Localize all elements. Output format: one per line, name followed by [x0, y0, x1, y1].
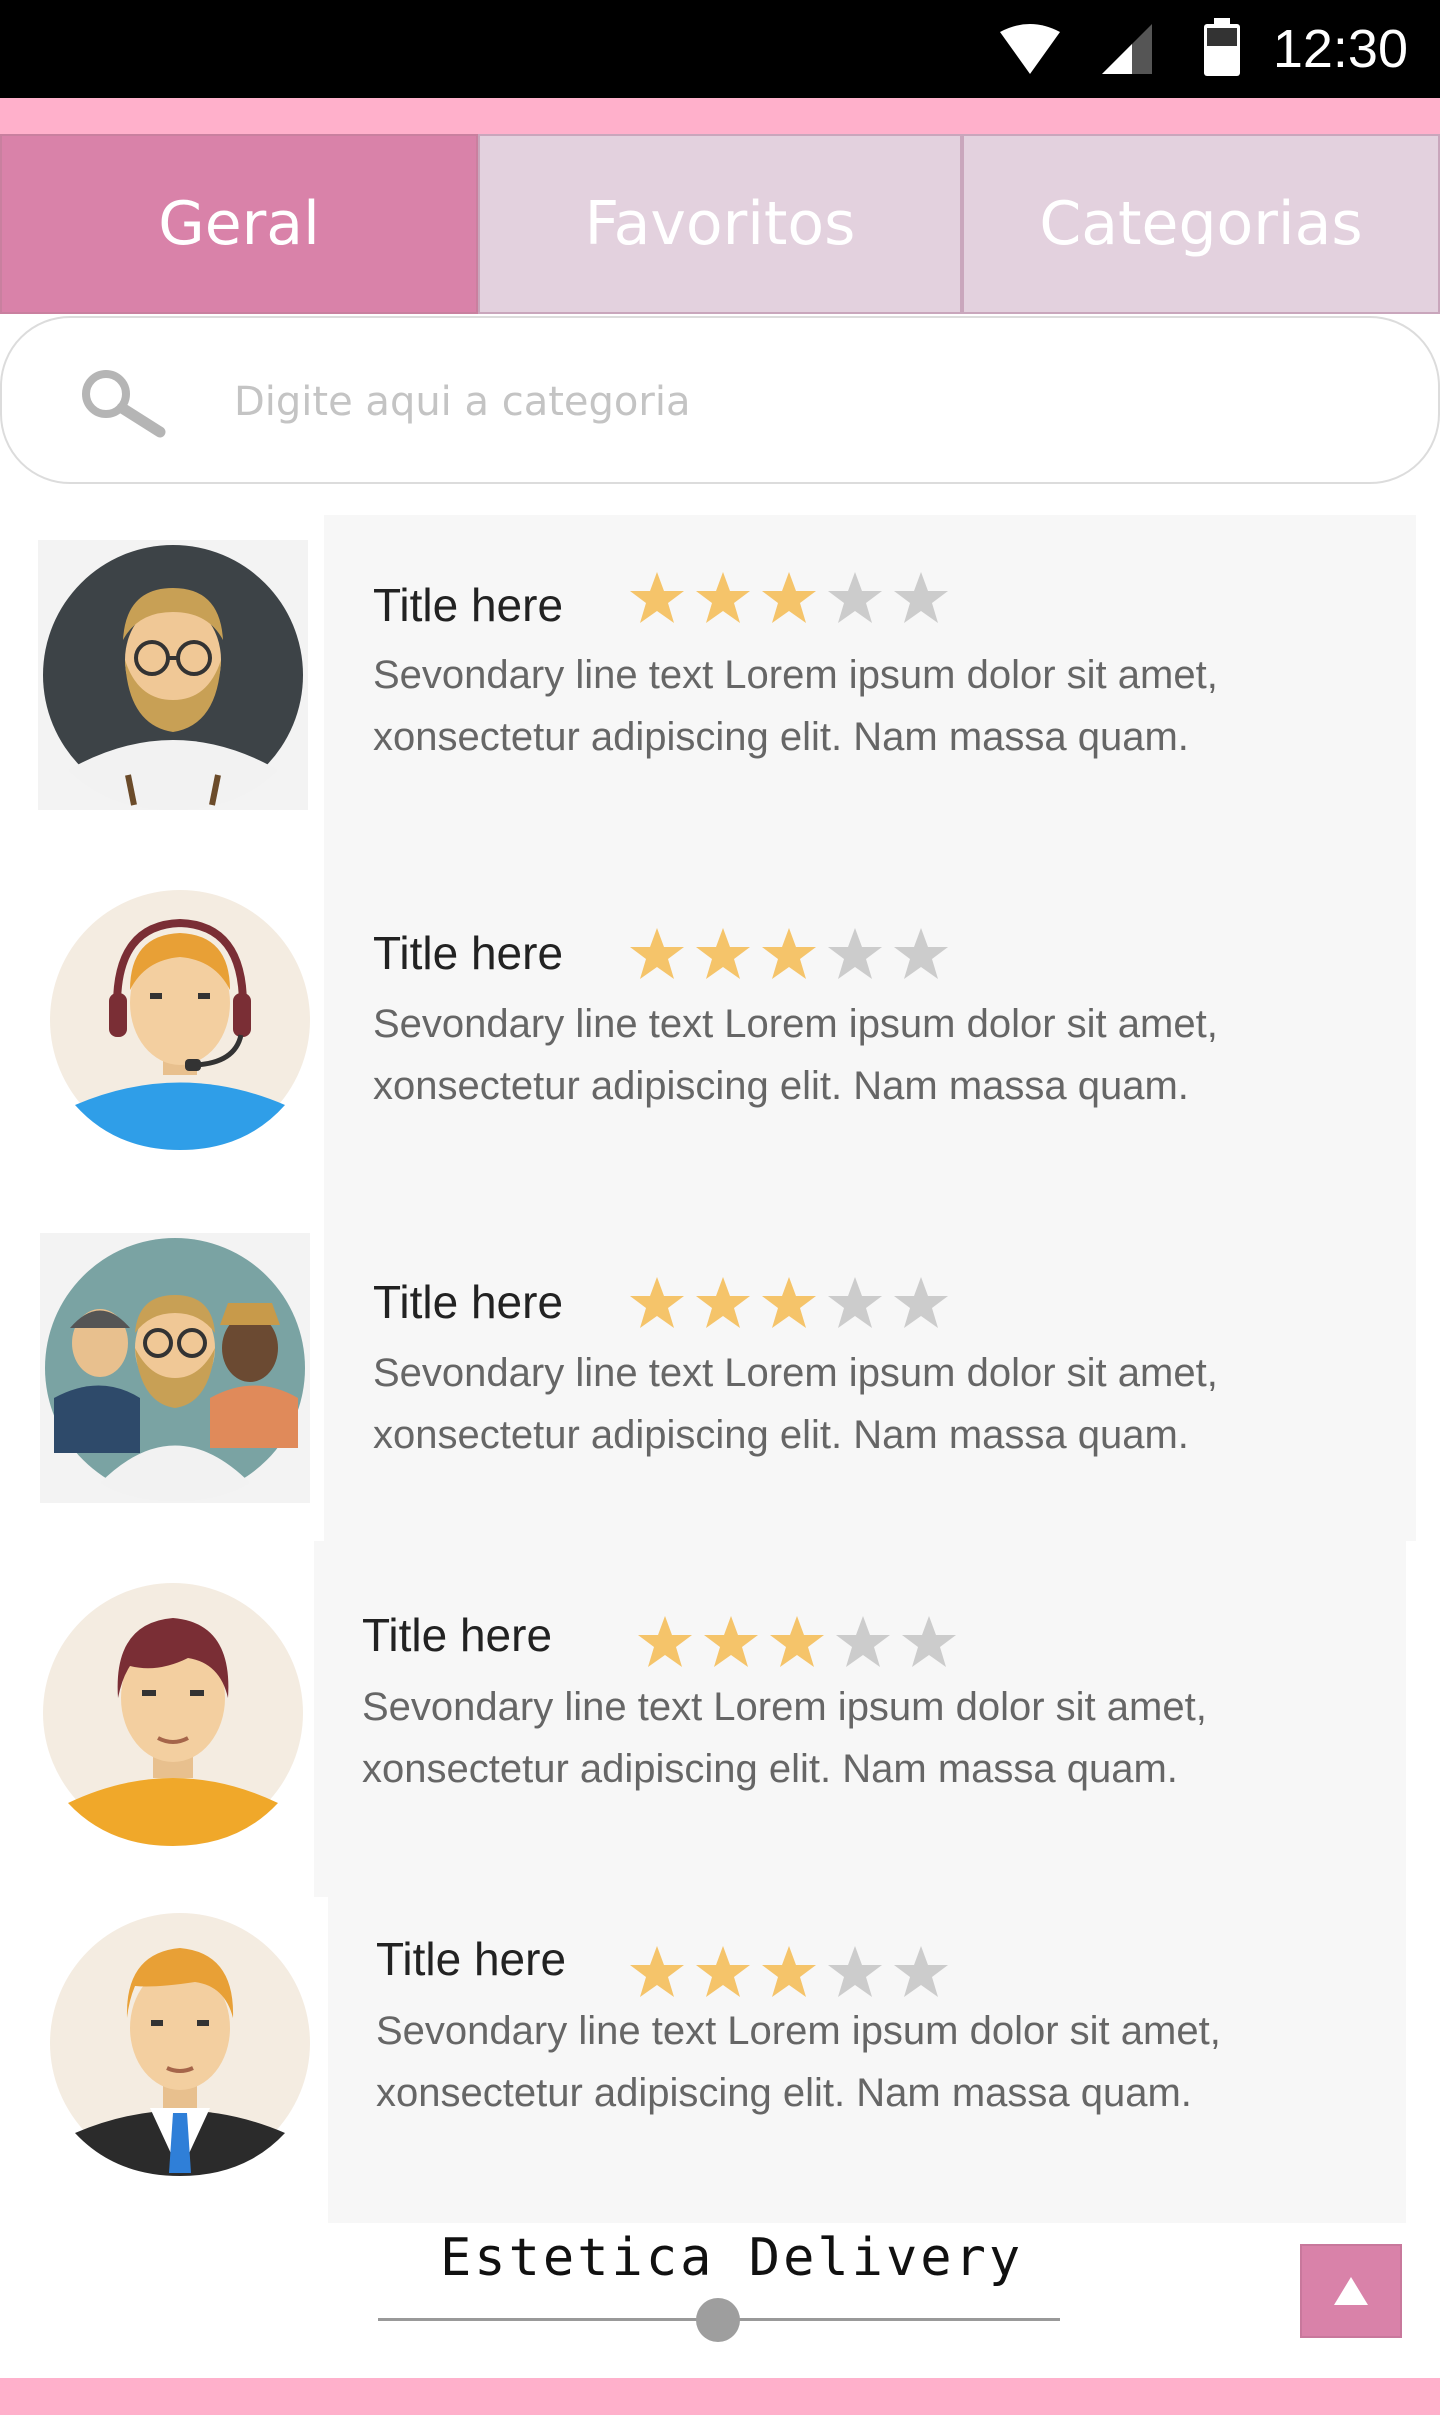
star-empty-icon — [828, 572, 882, 623]
businessman-avatar — [50, 1913, 310, 2176]
star-rating — [628, 926, 950, 984]
item-description: Sevondary line text Lorem ipsum dolor si… — [373, 653, 1218, 759]
star-filled-icon — [696, 1277, 750, 1328]
star-empty-icon — [894, 1946, 948, 1997]
item-description: Sevondary line text Lorem ipsum dolor si… — [373, 1351, 1218, 1457]
tab-categorias[interactable]: Categorias — [962, 134, 1440, 314]
item-title: Title here — [373, 1276, 564, 1328]
arrow-up-icon — [1334, 2277, 1368, 2305]
signal-icon — [1102, 24, 1152, 74]
star-rating — [628, 570, 950, 628]
tab-geral[interactable]: Geral — [0, 134, 478, 314]
star-filled-icon — [762, 572, 816, 623]
item-title: Title here — [376, 1933, 567, 1985]
bearded-man-glasses-avatar — [38, 540, 308, 810]
star-filled-icon — [630, 1277, 684, 1328]
footer-accent-strip — [0, 2378, 1440, 2415]
star-filled-icon — [630, 572, 684, 623]
star-filled-icon — [630, 928, 684, 979]
star-filled-icon — [762, 1277, 816, 1328]
item-description: Sevondary line text Lorem ipsum dolor si… — [376, 2009, 1221, 2115]
item-description: Sevondary line text Lorem ipsum dolor si… — [373, 1002, 1218, 1108]
tab-favoritos[interactable]: Favoritos — [478, 134, 962, 314]
star-filled-icon — [638, 1616, 692, 1667]
search-icon — [82, 370, 166, 438]
item-title: Title here — [373, 579, 564, 631]
star-rating — [636, 1614, 958, 1672]
star-empty-icon — [836, 1616, 890, 1667]
star-rating — [628, 1944, 950, 2002]
star-rating — [628, 1275, 950, 1333]
star-filled-icon — [770, 1616, 824, 1667]
tab-bar: Geral Favoritos Categorias — [0, 134, 1440, 314]
star-filled-icon — [696, 928, 750, 979]
star-filled-icon — [762, 928, 816, 979]
star-empty-icon — [894, 928, 948, 979]
search-bar — [0, 316, 1440, 484]
search-input[interactable] — [234, 370, 1334, 434]
star-empty-icon — [894, 572, 948, 623]
scroll-top-button[interactable] — [1300, 2244, 1402, 2338]
item-description: Sevondary line text Lorem ipsum dolor si… — [362, 1685, 1207, 1791]
item-title: Title here — [362, 1609, 553, 1661]
star-empty-icon — [828, 1946, 882, 1997]
brown-hair-man-avatar — [43, 1583, 303, 1846]
star-empty-icon — [894, 1277, 948, 1328]
headset-support-avatar — [50, 890, 310, 1150]
group-of-men-avatar — [40, 1233, 310, 1503]
star-filled-icon — [704, 1616, 758, 1667]
item-title: Title here — [373, 927, 564, 979]
star-filled-icon — [630, 1946, 684, 1997]
status-time: 12:30 — [1272, 19, 1408, 79]
slider-thumb[interactable] — [696, 2298, 740, 2342]
star-filled-icon — [696, 1946, 750, 1997]
battery-icon — [1204, 18, 1240, 76]
footer-title: Estetica Delivery — [440, 2228, 1024, 2288]
star-empty-icon — [902, 1616, 956, 1667]
star-filled-icon — [696, 572, 750, 623]
star-filled-icon — [762, 1946, 816, 1997]
status-bar: 12:30 — [0, 0, 1440, 98]
star-empty-icon — [828, 1277, 882, 1328]
star-empty-icon — [828, 928, 882, 979]
wifi-icon — [1000, 24, 1060, 74]
header-accent-strip — [0, 98, 1440, 134]
